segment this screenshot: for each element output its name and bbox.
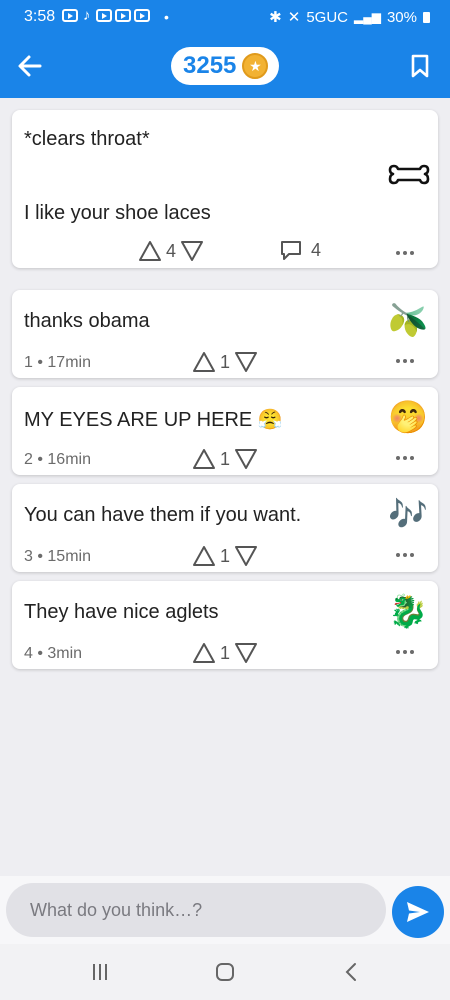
network-label: 5GUC [306,8,348,26]
reply-card[interactable]: They have nice aglets 🐉 4 • 3min 1 [12,581,438,669]
battery-icon [423,11,430,23]
reply-card[interactable]: thanks obama 🫒 1 • 17min 1 [12,290,438,378]
reply-vote-group: 1 [192,448,258,470]
downvote-icon[interactable] [234,545,258,567]
more-notifications-dot-icon: • [164,9,169,25]
reply-input[interactable] [6,883,386,937]
mute-icon: ✕ [287,9,301,26]
home-button[interactable] [211,960,239,984]
reply-card[interactable]: MY EYES ARE UP HERE 😤 🤭 2 • 16min 1 [12,387,438,475]
more-dots-icon [396,456,400,460]
chevron-left-icon [345,963,356,981]
arrow-left-icon [18,55,42,77]
original-post-card[interactable]: *clears throat* I like your shoe laces 4… [12,110,438,268]
post-comment-group[interactable]: 4 [279,239,321,261]
downvote-icon[interactable] [234,448,258,470]
olive-icon: 🫒 [388,302,428,338]
post-vote-group: 4 [138,240,204,262]
reply-more-button[interactable] [396,357,418,365]
status-time: 3:58 [24,8,56,25]
send-icon [407,902,429,922]
reply-vote-count: 1 [220,448,231,469]
more-dots-icon [396,251,400,255]
reply-card[interactable]: You can have them if you want. 🎶 3 • 15min… [12,484,438,572]
youtube-notification-icon [62,9,78,22]
bluetooth-icon: ✱ [269,9,282,26]
reply-text: You can have them if you want. [24,504,302,526]
reply-text: They have nice aglets [24,601,219,623]
comment-icon [281,241,301,260]
star-coin-icon: ★ [242,53,269,79]
battery-label: 30% [386,8,417,26]
reply-more-button[interactable] [396,648,418,656]
more-dots-icon [396,553,400,557]
post-text-line-1: *clears throat* [24,128,150,150]
post-vote-count: 4 [166,240,177,261]
reply-meta: 4 • 3min [24,645,83,662]
reply-vote-group: 1 [192,545,258,567]
status-right: ✱ ✕ 5GUC ▂▄▆ 30% [269,8,430,26]
post-more-button[interactable] [396,249,418,257]
back-button[interactable] [14,50,46,82]
youtube-notification-icon [95,9,112,22]
score-value: 3255 [183,52,237,79]
reply-vote-count: 1 [220,545,231,566]
reply-more-button[interactable] [396,551,418,559]
post-text-line-2: I like your shoe laces [24,202,211,224]
recent-apps-button[interactable] [86,960,114,984]
more-dots-icon [396,359,400,363]
upvote-icon[interactable] [192,351,216,373]
reply-meta: 1 • 17min [24,354,91,371]
downvote-icon[interactable] [234,642,258,664]
composer [0,876,450,944]
hand-over-mouth-icon: 🤭 [388,399,428,435]
more-dots-icon [396,650,400,654]
send-button[interactable] [392,886,444,938]
upvote-icon[interactable] [192,545,216,567]
downvote-icon[interactable] [180,240,204,262]
notification-icons: ♪ [62,7,150,24]
status-bar: 3:58 ♪ • ✱ ✕ 5GUC ▂▄▆ 30% [0,0,450,34]
system-nav-bar [0,944,450,1000]
downvote-icon[interactable] [234,351,258,373]
system-back-button[interactable] [338,960,366,984]
reply-meta: 2 • 16min [24,451,91,468]
bookmark-button[interactable] [406,52,434,80]
home-icon [216,963,234,981]
upvote-icon[interactable] [192,642,216,664]
reply-vote-count: 1 [220,351,231,372]
post-comment-count: 4 [311,239,322,260]
score-pill: 3255 ★ [171,47,279,85]
reply-text: MY EYES ARE UP HERE 😤 [24,409,283,431]
recent-apps-icon [93,964,107,980]
tiktok-notification-icon: ♪ [83,7,91,24]
upvote-icon[interactable] [192,448,216,470]
upvote-icon[interactable] [138,240,162,262]
reply-meta: 3 • 15min [24,548,91,565]
reply-vote-count: 1 [220,642,231,663]
reply-vote-group: 1 [192,351,258,373]
music-notes-icon: 🎶 [388,496,428,532]
bone-icon [388,164,430,185]
reply-vote-group: 1 [192,642,258,664]
bookmark-icon [411,54,429,78]
reply-text: thanks obama [24,310,150,332]
app-bar: 3255 ★ [0,34,450,98]
youtube-notification-icon [133,9,150,22]
reply-more-button[interactable] [396,454,418,462]
dragon-icon: 🐉 [388,593,428,629]
signal-icon: ▂▄▆ [354,10,381,24]
youtube-notification-icon [114,9,131,22]
